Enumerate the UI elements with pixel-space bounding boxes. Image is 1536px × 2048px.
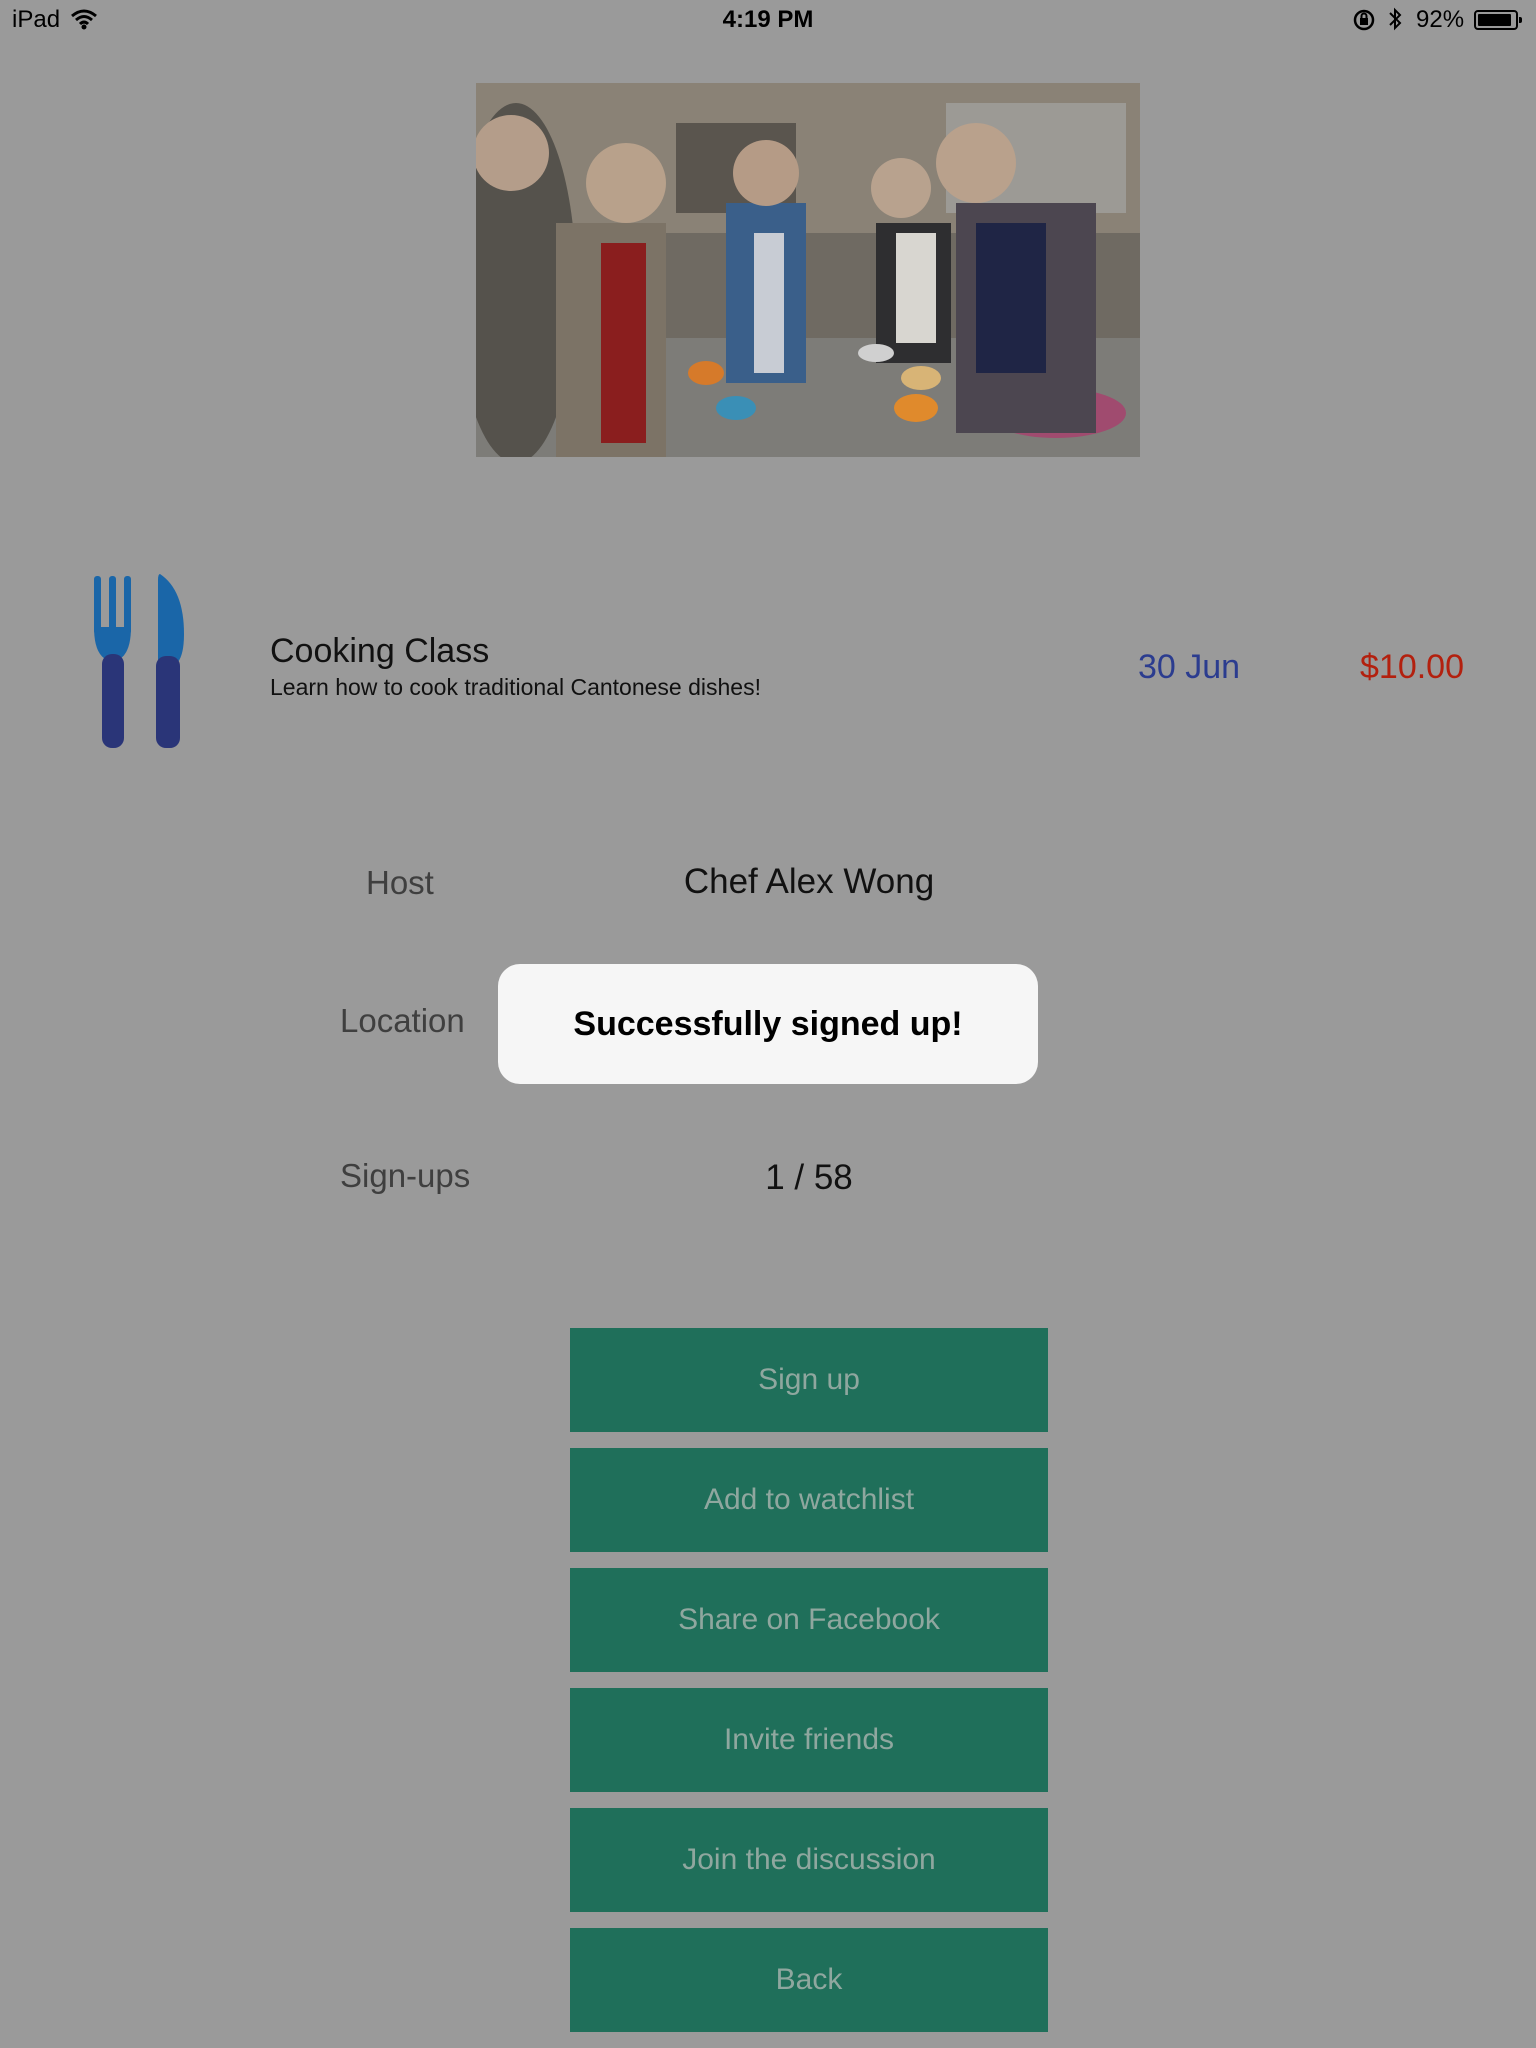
bluetooth-icon <box>1387 6 1403 39</box>
host-label: Host <box>366 864 434 901</box>
battery-percent: 92% <box>1416 6 1465 33</box>
battery-icon <box>1474 10 1522 30</box>
location-label: Location <box>340 1002 465 1039</box>
fork-knife-icon <box>88 572 192 757</box>
back-button[interactable]: Back <box>570 1928 1048 2032</box>
status-bar: iPad 4:19 PM 92% <box>0 0 1536 40</box>
sign-up-button[interactable]: Sign up <box>570 1328 1048 1432</box>
status-time: 4:19 PM <box>722 6 814 33</box>
add-to-watchlist-button[interactable]: Add to watchlist <box>570 1448 1048 1552</box>
join-discussion-button[interactable]: Join the discussion <box>570 1808 1048 1912</box>
invite-friends-button[interactable]: Invite friends <box>570 1688 1048 1792</box>
rotation-lock-icon <box>1352 8 1376 39</box>
event-title: Cooking Class <box>270 632 490 670</box>
signups-value: 1 / 58 <box>765 1158 853 1197</box>
event-description: Learn how to cook traditional Cantonese … <box>270 674 761 700</box>
share-facebook-button[interactable]: Share on Facebook <box>570 1568 1048 1672</box>
success-toast: Successfully signed up! <box>498 964 1038 1084</box>
event-date: 30 Jun <box>1138 648 1241 686</box>
event-price: $10.00 <box>1360 648 1464 686</box>
host-value: Chef Alex Wong <box>683 862 935 901</box>
event-photo <box>476 83 1140 457</box>
signups-label: Sign-ups <box>340 1157 471 1194</box>
